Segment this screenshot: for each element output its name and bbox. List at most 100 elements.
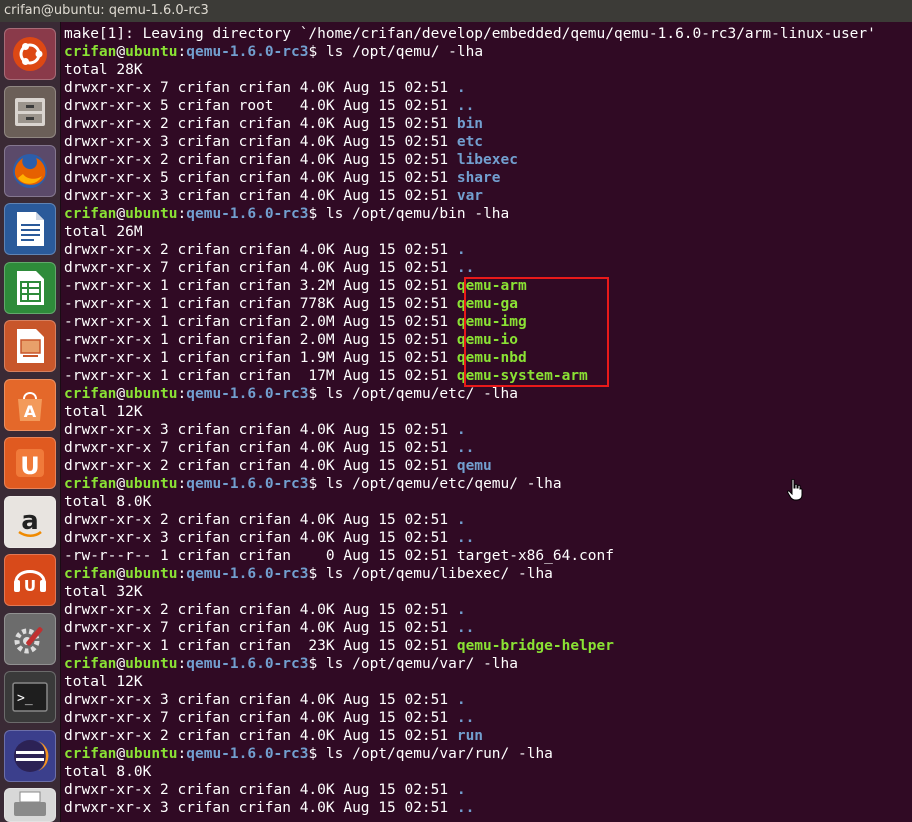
prompt-sep: : — [177, 476, 187, 492]
listing-attrs: drwxr-xr-x 7 crifan crifan 4.0K Aug 15 0… — [64, 710, 457, 726]
command-text: ls /opt/qemu/var/run/ -lha — [317, 746, 553, 762]
listing-row: drwxr-xr-x 5 crifan crifan 4.0K Aug 15 0… — [64, 169, 501, 187]
listing-attrs: drwxr-xr-x 3 crifan crifan 4.0K Aug 15 0… — [64, 134, 457, 150]
prompt-host: ubuntu — [125, 566, 178, 582]
directory-name: .. — [456, 98, 475, 114]
prompt-path: qemu-1.6.0-rc3 — [186, 746, 309, 762]
files-icon[interactable] — [4, 86, 56, 138]
amazon-icon[interactable]: a — [4, 496, 56, 548]
dash-home-icon[interactable] — [4, 28, 56, 80]
listing-attrs: -rwxr-xr-x 1 crifan crifan 2.0M Aug 15 0… — [64, 332, 457, 348]
listing-attrs: drwxr-xr-x 7 crifan crifan 4.0K Aug 15 0… — [64, 260, 457, 276]
listing-attrs: drwxr-xr-x 7 crifan crifan 4.0K Aug 15 0… — [64, 620, 457, 636]
listing-attrs: drwxr-xr-x 3 crifan crifan 4.0K Aug 15 0… — [64, 422, 457, 438]
command-text: ls /opt/qemu/libexec/ -lha — [317, 566, 553, 582]
prompt-host: ubuntu — [125, 656, 178, 672]
listing-row: drwxr-xr-x 2 crifan crifan 4.0K Aug 15 0… — [64, 115, 483, 133]
directory-name: .. — [456, 800, 475, 816]
system-settings-icon[interactable] — [4, 613, 56, 665]
ubuntu-one-icon[interactable]: U — [4, 437, 56, 489]
listing-attrs: -rwxr-xr-x 1 crifan crifan 2.0M Aug 15 0… — [64, 314, 457, 330]
output-line: total 26M — [64, 224, 143, 240]
prompt-host: ubuntu — [125, 44, 178, 60]
directory-name: bin — [456, 116, 484, 132]
prompt-symbol: $ — [308, 206, 318, 222]
listing-row: -rw-r--r-- 1 crifan crifan 0 Aug 15 02:5… — [64, 547, 614, 565]
directory-name: var — [456, 188, 484, 204]
output-line: make[1]: Leaving directory `/home/crifan… — [64, 26, 876, 42]
executable-name: qemu-bridge-helper — [456, 638, 614, 654]
listing-attrs: drwxr-xr-x 2 crifan crifan 4.0K Aug 15 0… — [64, 512, 457, 528]
svg-text:U: U — [20, 452, 40, 480]
prompt-host: ubuntu — [125, 206, 178, 222]
printer-icon[interactable] — [4, 788, 56, 822]
prompt-user: crifan — [64, 206, 117, 222]
prompt-at: @ — [116, 476, 126, 492]
prompt-host: ubuntu — [125, 386, 178, 402]
ubuntu-one-music-icon[interactable]: U — [4, 554, 56, 606]
prompt-line: crifan@ubuntu:qemu-1.6.0-rc3$ ls /opt/qe… — [64, 745, 553, 763]
svg-text:>_: >_ — [17, 691, 33, 706]
svg-text:a: a — [21, 506, 39, 536]
terminal-output[interactable]: make[1]: Leaving directory `/home/crifan… — [61, 22, 912, 822]
firefox-icon[interactable] — [4, 145, 56, 197]
eclipse-icon[interactable] — [4, 730, 56, 782]
listing-attrs: -rwxr-xr-x 1 crifan crifan 17M Aug 15 02… — [64, 368, 457, 384]
listing-attrs: drwxr-xr-x 2 crifan crifan 4.0K Aug 15 0… — [64, 782, 457, 798]
listing-attrs: -rwxr-xr-x 1 crifan crifan 1.9M Aug 15 0… — [64, 350, 457, 366]
listing-row: -rwxr-xr-x 1 crifan crifan 23K Aug 15 02… — [64, 637, 614, 655]
directory-name: run — [456, 728, 484, 744]
directory-name: etc — [456, 134, 484, 150]
listing-row: -rwxr-xr-x 1 crifan crifan 2.0M Aug 15 0… — [64, 331, 518, 349]
listing-attrs: drwxr-xr-x 3 crifan crifan 4.0K Aug 15 0… — [64, 692, 457, 708]
prompt-path: qemu-1.6.0-rc3 — [186, 386, 309, 402]
impress-icon[interactable] — [4, 320, 56, 372]
listing-attrs: drwxr-xr-x 2 crifan crifan 4.0K Aug 15 0… — [64, 728, 457, 744]
prompt-line: crifan@ubuntu:qemu-1.6.0-rc3$ ls /opt/qe… — [64, 475, 562, 493]
listing-row: drwxr-xr-x 5 crifan root 4.0K Aug 15 02:… — [64, 97, 474, 115]
directory-name: .. — [456, 440, 475, 456]
unity-launcher: A U a U >_ — [0, 22, 61, 822]
output-line: total 8.0K — [64, 764, 152, 780]
command-text: ls /opt/qemu/bin -lha — [317, 206, 510, 222]
prompt-symbol: $ — [308, 44, 318, 60]
prompt-symbol: $ — [308, 656, 318, 672]
prompt-at: @ — [116, 386, 126, 402]
listing-row: drwxr-xr-x 2 crifan crifan 4.0K Aug 15 0… — [64, 601, 466, 619]
listing-attrs: drwxr-xr-x 7 crifan crifan 4.0K Aug 15 0… — [64, 80, 457, 96]
prompt-symbol: $ — [308, 386, 318, 402]
output-line: total 28K — [64, 62, 143, 78]
listing-attrs: drwxr-xr-x 3 crifan crifan 4.0K Aug 15 0… — [64, 188, 457, 204]
prompt-sep: : — [177, 656, 187, 672]
prompt-symbol: $ — [308, 746, 318, 762]
listing-attrs: -rwxr-xr-x 1 crifan crifan 3.2M Aug 15 0… — [64, 278, 457, 294]
directory-name: .. — [456, 620, 475, 636]
listing-row: drwxr-xr-x 3 crifan crifan 4.0K Aug 15 0… — [64, 691, 466, 709]
file-name: target-x86_64.conf — [456, 548, 614, 564]
directory-name: share — [456, 170, 501, 186]
prompt-path: qemu-1.6.0-rc3 — [186, 656, 309, 672]
listing-row: drwxr-xr-x 2 crifan crifan 4.0K Aug 15 0… — [64, 457, 492, 475]
writer-icon[interactable] — [4, 203, 56, 255]
directory-name: .. — [456, 710, 475, 726]
software-center-icon[interactable]: A — [4, 379, 56, 431]
directory-name: .. — [456, 530, 475, 546]
prompt-sep: : — [177, 746, 187, 762]
prompt-sep: : — [177, 386, 187, 402]
directory-name: libexec — [456, 152, 518, 168]
terminal-icon[interactable]: >_ — [4, 671, 56, 723]
command-text: ls /opt/qemu/etc/ -lha — [317, 386, 518, 402]
svg-text:U: U — [24, 577, 36, 595]
prompt-sep: : — [177, 206, 187, 222]
listing-row: drwxr-xr-x 7 crifan crifan 4.0K Aug 15 0… — [64, 709, 474, 727]
prompt-line: crifan@ubuntu:qemu-1.6.0-rc3$ ls /opt/qe… — [64, 43, 483, 61]
svg-text:A: A — [24, 402, 37, 421]
window-title: crifan@ubuntu: qemu-1.6.0-rc3 — [0, 0, 912, 22]
listing-row: drwxr-xr-x 7 crifan crifan 4.0K Aug 15 0… — [64, 439, 474, 457]
listing-attrs: -rw-r--r-- 1 crifan crifan 0 Aug 15 02:5… — [64, 548, 457, 564]
prompt-host: ubuntu — [125, 476, 178, 492]
listing-attrs: drwxr-xr-x 2 crifan crifan 4.0K Aug 15 0… — [64, 116, 457, 132]
prompt-line: crifan@ubuntu:qemu-1.6.0-rc3$ ls /opt/qe… — [64, 655, 518, 673]
listing-row: drwxr-xr-x 2 crifan crifan 4.0K Aug 15 0… — [64, 727, 483, 745]
calc-icon[interactable] — [4, 262, 56, 314]
